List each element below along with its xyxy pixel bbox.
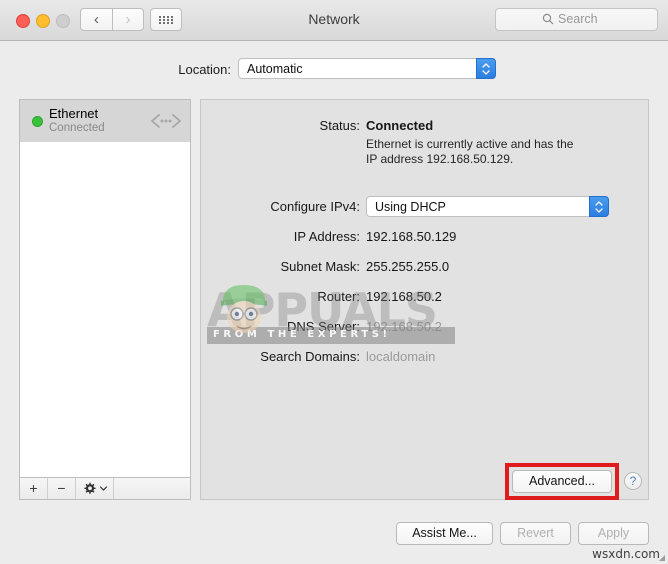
sidebar-footer-toolbar: + − (19, 478, 191, 500)
ethernet-icon (150, 112, 182, 130)
location-value: Automatic (247, 62, 303, 76)
sidebar-item-label: Ethernet (49, 106, 98, 121)
sidebar-item-ethernet[interactable]: Ethernet Connected (20, 100, 190, 142)
router-label: Router: (200, 289, 360, 304)
dns-server-value: 192.168.50.2 (366, 319, 442, 334)
status-indicator-dot (32, 116, 43, 127)
gear-icon (83, 482, 96, 495)
search-domains-label: Search Domains: (200, 349, 360, 364)
revert-button: Revert (500, 522, 571, 545)
resize-grip-icon[interactable] (658, 554, 666, 562)
network-services-list[interactable]: Ethernet Connected (19, 99, 191, 478)
subnet-mask-value: 255.255.255.0 (366, 259, 449, 274)
chevron-down-icon (595, 208, 603, 213)
location-stepper[interactable] (476, 58, 496, 79)
location-select[interactable]: Automatic (238, 58, 496, 79)
subnet-mask-label: Subnet Mask: (200, 259, 360, 274)
help-button[interactable]: ? (624, 472, 642, 490)
ip-address-value: 192.168.50.129 (366, 229, 456, 244)
advanced-button[interactable]: Advanced... (512, 470, 612, 493)
configure-ipv4-label: Configure IPv4: (200, 199, 360, 214)
location-label: Location: (175, 62, 231, 77)
assist-me-button[interactable]: Assist Me... (396, 522, 493, 545)
chevron-down-icon (100, 486, 107, 491)
network-preferences-window: ‹ › Network Search Location: Automatic (0, 0, 668, 564)
configure-ipv4-value: Using DHCP (375, 200, 446, 214)
chevron-down-icon (482, 70, 490, 75)
configure-ipv4-select[interactable]: Using DHCP (366, 196, 609, 217)
chevron-up-icon (482, 63, 490, 68)
status-label: Status: (200, 118, 360, 133)
site-watermark: wsxdn.com (592, 547, 660, 561)
remove-service-button[interactable]: − (48, 478, 76, 499)
search-icon (542, 13, 554, 25)
add-service-button[interactable]: + (20, 478, 48, 499)
dns-server-label: DNS Server: (200, 319, 360, 334)
status-description: Ethernet is currently active and has the… (366, 137, 581, 167)
search-input[interactable]: Search (495, 8, 658, 31)
ip-address-label: IP Address: (200, 229, 360, 244)
window-titlebar: ‹ › Network Search (0, 0, 668, 41)
apply-button: Apply (578, 522, 649, 545)
configure-ipv4-stepper[interactable] (589, 196, 609, 217)
chevron-up-icon (595, 201, 603, 206)
search-domains-value: localdomain (366, 349, 435, 364)
service-actions-menu-button[interactable] (76, 478, 114, 499)
search-placeholder: Search (558, 12, 598, 26)
status-value: Connected (366, 118, 433, 133)
sidebar-item-status: Connected (49, 122, 105, 134)
router-value: 192.168.50.2 (366, 289, 442, 304)
